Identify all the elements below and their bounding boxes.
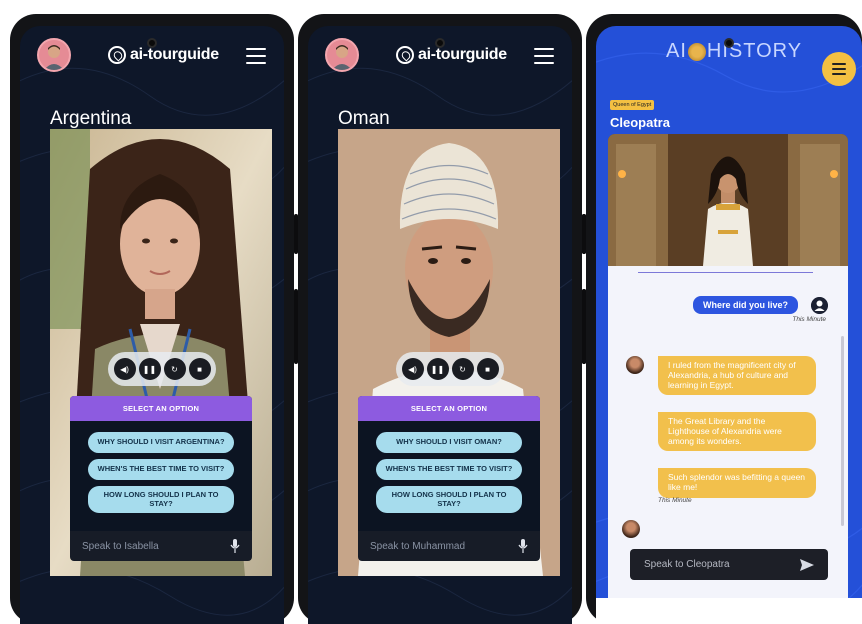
screen: ai-tourguide Argentina ◀) ❚❚ ↻ ■ SELECT … — [20, 26, 284, 624]
stop-icon[interactable]: ■ — [188, 358, 211, 380]
option-button[interactable]: WHEN'S THE BEST TIME TO VISIT? — [88, 459, 234, 480]
chat-input[interactable] — [644, 559, 800, 570]
bot-message: Such splendor was befitting a queen like… — [658, 468, 816, 498]
country-title: Argentina — [50, 108, 132, 129]
location-pin-icon — [108, 46, 126, 64]
volume-button — [582, 214, 586, 254]
location-pin-icon — [396, 46, 414, 64]
title-badge: Queen of Egypt — [610, 100, 655, 110]
app-logo[interactable]: ai-tourguide — [108, 44, 219, 66]
screen: ai-tourguide Oman ◀) ❚❚ ↻ ■ SELECT AN OP… — [308, 26, 572, 624]
pause-icon[interactable]: ❚❚ — [426, 358, 449, 380]
replay-icon[interactable]: ↻ — [451, 358, 474, 380]
user-message-time: This Minute — [792, 316, 826, 323]
character-name: Cleopatra — [610, 115, 670, 130]
speak-bar — [70, 531, 252, 561]
options-header: SELECT AN OPTION — [358, 396, 540, 421]
playback-controls: ◀) ❚❚ ↻ ■ — [108, 352, 216, 386]
hamburger-menu-icon[interactable] — [534, 48, 554, 64]
stop-icon[interactable]: ■ — [476, 358, 499, 380]
volume-icon[interactable]: ◀) — [401, 358, 424, 380]
playback-controls: ◀) ❚❚ ↻ ■ — [396, 352, 504, 386]
app-header: AI HISTORY — [596, 26, 862, 86]
microphone-icon[interactable] — [518, 539, 528, 553]
bot-avatar-typing — [622, 520, 640, 538]
bot-message: The Great Library and the Lighthouse of … — [658, 412, 816, 452]
hamburger-menu-icon[interactable] — [822, 52, 856, 86]
front-camera — [435, 38, 445, 48]
app-logo[interactable]: ai-tourguide — [396, 44, 507, 66]
option-button[interactable]: HOW LONG SHOULD I PLAN TO STAY? — [88, 486, 234, 513]
app-header: ai-tourguide — [20, 26, 284, 88]
coin-icon — [687, 42, 706, 61]
option-button[interactable]: HOW LONG SHOULD I PLAN TO STAY? — [376, 486, 522, 513]
microphone-icon[interactable] — [230, 539, 240, 553]
character-photo — [608, 134, 848, 266]
volume-icon[interactable]: ◀) — [113, 358, 136, 380]
speak-input[interactable] — [82, 540, 230, 552]
app-logo[interactable]: AI HISTORY — [666, 40, 802, 63]
logo-text-right: HISTORY — [706, 40, 803, 62]
hamburger-menu-icon[interactable] — [246, 48, 266, 64]
divider — [638, 272, 813, 273]
logo-text: ai-tourguide — [418, 46, 507, 63]
user-avatar-icon — [811, 297, 828, 314]
option-button[interactable]: WHEN'S THE BEST TIME TO VISIT? — [376, 459, 522, 480]
bot-avatar — [626, 356, 644, 374]
front-camera — [724, 38, 734, 48]
bot-message: I ruled from the magnificent city of Ale… — [658, 356, 816, 396]
bot-message-time: This Minute — [658, 497, 692, 504]
pause-icon[interactable]: ❚❚ — [138, 358, 161, 380]
phone-ai-history: AI HISTORY Queen of Egypt Cleopatra Wher… — [582, 14, 862, 624]
phone-argentina: ai-tourguide Argentina ◀) ❚❚ ↻ ■ SELECT … — [10, 14, 298, 624]
replay-icon[interactable]: ↻ — [163, 358, 186, 380]
app-header: ai-tourguide — [308, 26, 572, 88]
speak-input[interactable] — [370, 540, 518, 552]
country-title: Oman — [338, 108, 390, 129]
chat-input-bar — [630, 549, 828, 580]
front-camera — [147, 38, 157, 48]
avatar[interactable] — [37, 38, 71, 72]
user-message: Where did you live? — [692, 296, 798, 314]
option-button[interactable]: WHY SHOULD I VISIT OMAN? — [376, 432, 522, 453]
avatar[interactable] — [325, 38, 359, 72]
send-icon[interactable] — [800, 558, 814, 571]
option-button[interactable]: WHY SHOULD I VISIT ARGENTINA? — [88, 432, 234, 453]
screen: AI HISTORY Queen of Egypt Cleopatra Wher… — [596, 26, 862, 624]
power-button — [582, 289, 586, 364]
options-header: SELECT AN OPTION — [70, 396, 252, 421]
chat-scrollbar[interactable] — [841, 336, 844, 526]
logo-text-left: AI — [666, 40, 687, 62]
phone-oman: ai-tourguide Oman ◀) ❚❚ ↻ ■ SELECT AN OP… — [298, 14, 586, 624]
bottom-bar — [596, 598, 862, 624]
logo-text: ai-tourguide — [130, 46, 219, 63]
speak-bar — [358, 531, 540, 561]
